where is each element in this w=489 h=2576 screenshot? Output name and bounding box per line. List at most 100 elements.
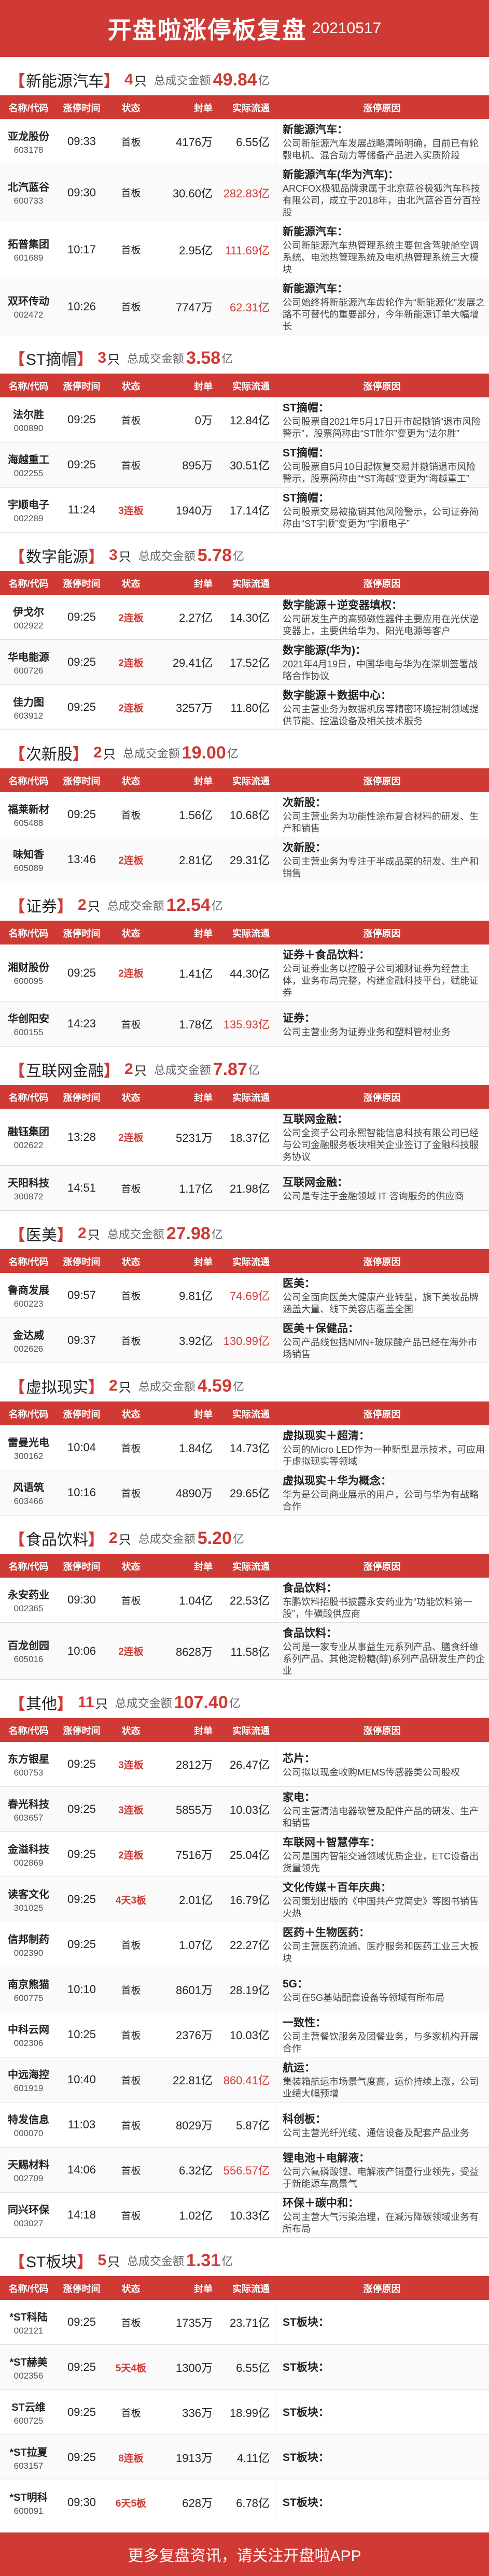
stock-name[interactable]: 金达威 [0, 1327, 57, 1342]
stock-row[interactable]: 亚龙股份 603178 09:33 首板 4176万 6.55亿 新能源汽车： 公司新能源汽车… [0, 119, 489, 164]
stock-row[interactable]: 中远海控 601919 10:40 首板 22.81亿 860.41亿 航运： 集装箱航运市场… [0, 2057, 489, 2102]
stock-row[interactable]: 特发信息 000070 11:03 首板 8029万 5.87亿 科创板： 公司主营光纤光缆、… [0, 2102, 489, 2148]
stock-row[interactable]: *ST明科 600091 09:30 6天5板 628万 6.78亿 ST板块： [0, 2480, 489, 2525]
stock-name[interactable]: 同兴环保 [0, 2201, 57, 2216]
stock-name[interactable]: 双环传动 [0, 293, 57, 308]
reason-cell: 一致性： 公司主营餐饮服务及团餐业务，与多家机构开展合作 [275, 2012, 489, 2057]
stock-name[interactable]: 华电能源 [0, 649, 57, 664]
stock-row[interactable]: *ST科陆 002121 09:25 首板 1735万 23.71亿 ST板块： [0, 2300, 489, 2345]
float-cap-cell: 14.30亿 [218, 595, 275, 639]
stock-name[interactable]: *ST拉夏 [0, 2444, 57, 2459]
stock-row[interactable]: 伊戈尔 002922 09:25 2连板 2.27亿 14.30亿 数字能源＋逆变器填权： 公… [0, 595, 489, 640]
stock-name[interactable]: 金溢科技 [0, 1841, 57, 1856]
seal-cell: 22.81亿 [156, 2057, 218, 2102]
stock-name[interactable]: 天赐材料 [0, 2156, 57, 2171]
sector-name: 新能源汽车 [26, 73, 104, 90]
stock-row[interactable]: 同兴环保 003027 14:18 首板 1.02亿 10.33亿 环保＋碳中和： 公司主营大… [0, 2193, 489, 2238]
stock-name[interactable]: 雷曼光电 [0, 1434, 57, 1449]
stock-name[interactable]: 中远海控 [0, 2066, 57, 2081]
status-cell: 首板 [106, 221, 156, 278]
reason-text: 公司主营清洁电器软管及配件产品的研发、生产和销售 [283, 1806, 479, 1828]
stock-row[interactable]: 华电能源 600726 09:25 2连板 29.41亿 17.52亿 数字能源(华为)： 2… [0, 640, 489, 685]
stock-row[interactable]: 北汽蓝谷 600733 09:30 首板 30.60亿 282.83亿 新能源汽车(华为汽车… [0, 164, 489, 221]
stock-name[interactable]: 天阳科技 [0, 1175, 57, 1190]
stock-name[interactable]: 北汽蓝谷 [0, 179, 57, 194]
stock-name[interactable]: *ST科陆 [0, 2309, 57, 2324]
stock-name[interactable]: 中科云网 [0, 2021, 57, 2036]
stock-row[interactable]: 天赐材料 002709 14:06 首板 6.32亿 556.57亿 锂电池＋电解液： 公司六… [0, 2148, 489, 2193]
reason-title: 航运： [283, 2062, 315, 2074]
stock-name[interactable]: 宇顺电子 [0, 496, 57, 511]
stock-name[interactable]: 味知香 [0, 846, 57, 861]
status-badge: 首板 [121, 2317, 141, 2329]
stock-name[interactable]: 百龙创园 [0, 1637, 57, 1652]
stock-name-cell: 同兴环保 003027 [0, 2193, 57, 2237]
stock-row[interactable]: 春光科技 603657 09:25 3连板 5855万 10.03亿 家电： 公司主营清洁电器… [0, 1787, 489, 1832]
stock-row[interactable]: *ST拉夏 603157 09:25 8连板 1913万 4.11亿 ST板块： [0, 2435, 489, 2480]
stock-name[interactable]: 融钰集团 [0, 1123, 57, 1138]
stock-row[interactable]: 雷曼光电 300162 10:04 首板 1.84亿 14.73亿 虚拟现实＋超清： 公司的M… [0, 1425, 489, 1470]
stock-name[interactable]: 读客文化 [0, 1886, 57, 1901]
stock-name[interactable]: 信邦制药 [0, 1931, 57, 1946]
stock-name[interactable]: *ST赫美 [0, 2354, 57, 2369]
stock-name[interactable]: 华创阳安 [0, 1010, 57, 1025]
stock-name[interactable]: 东方银星 [0, 1751, 57, 1766]
stock-row[interactable]: 华创阳安 600155 14:23 首板 1.78亿 135.93亿 证券： 公司主营业务为证… [0, 1001, 489, 1047]
stock-row[interactable]: 东方银星 600753 09:25 3连板 2812万 26.47亿 芯片： 公司拟以现金收购… [0, 1742, 489, 1787]
stock-name[interactable]: *ST明科 [0, 2489, 57, 2504]
stock-name[interactable]: 鲁商发展 [0, 1282, 57, 1297]
stock-code: 300162 [13, 1451, 44, 1461]
stock-row[interactable]: ST云维 600725 09:25 首板 336万 18.99亿 ST板块： [0, 2390, 489, 2435]
column-header: 名称/代码 涨停时间 状态 封单 实际流通 涨停原因 [0, 2277, 489, 2300]
stock-row[interactable]: 金溢科技 002869 09:25 2连板 7516万 25.04亿 车联网＋智慧停车： 公司… [0, 1832, 489, 1877]
stock-row[interactable]: 南京熊猫 600775 10:10 首板 8601万 28.19亿 5G： 公司在5G基站配套… [0, 1967, 489, 2012]
stock-row[interactable]: 法尔胜 000890 09:25 首板 0万 12.84亿 ST摘帽： 公司股票自2021年5… [0, 397, 489, 442]
stock-name[interactable]: 伊戈尔 [0, 604, 57, 619]
stock-name[interactable]: 风语筑 [0, 1479, 57, 1494]
stock-name[interactable]: 拓普集团 [0, 236, 57, 251]
stock-name[interactable]: 南京熊猫 [0, 1976, 57, 1991]
stock-row[interactable]: 中科云网 002306 10:25 首板 2376万 10.03亿 一致性： 公司主营餐饮服务… [0, 2012, 489, 2057]
stock-name[interactable]: 湘财股份 [0, 959, 57, 974]
limit-time-cell: 09:25 [57, 397, 106, 442]
stock-name[interactable]: 佳力图 [0, 694, 57, 709]
stock-row[interactable]: 信邦制药 002390 09:25 首板 1.07亿 22.27亿 医药＋生物医药： 公司主营… [0, 1922, 489, 1967]
count-unit: 只 [118, 1380, 131, 1395]
sector-count: 2 [124, 1061, 133, 1078]
reason-cell: 车联网＋智慧停车： 公司是国内智能交通领域优质企业，ETC设备出货量领先 [275, 1832, 489, 1877]
stock-row[interactable]: 永安药业 002365 09:30 首板 1.04亿 22.53亿 食品饮料： 东鹏饮料招股书… [0, 1578, 489, 1623]
stock-name[interactable]: 特发信息 [0, 2111, 57, 2126]
stock-row[interactable]: 佳力图 603912 09:25 2连板 3257万 11.80亿 数字能源＋数据中心： 公司… [0, 685, 489, 730]
limit-time: 09:25 [67, 413, 96, 426]
stock-row[interactable]: 海越重工 002255 09:25 首板 895万 30.51亿 ST摘帽： 公司股票自5月1… [0, 442, 489, 488]
col-reason: 涨停原因 [363, 579, 401, 589]
stock-name[interactable]: 法尔胜 [0, 406, 57, 421]
stock-name[interactable]: 福莱新材 [0, 801, 57, 816]
stock-row[interactable]: 融钰集团 002622 13:28 2连板 5231万 18.37亿 互联网金融： 公司全资子… [0, 1109, 489, 1166]
stock-name[interactable]: ST云维 [0, 2399, 57, 2414]
status-badge: 首板 [121, 1985, 141, 1996]
stock-row[interactable]: 读客文化 301025 09:25 4天3板 2.01亿 16.79亿 文化传媒＋百年庆典：… [0, 1877, 489, 1922]
stock-row[interactable]: 味知香 605089 13:46 2连板 2.81亿 29.31亿 次新股： 公司主营业务为专… [0, 837, 489, 882]
stock-name[interactable]: 亚龙股份 [0, 128, 57, 143]
stock-name-cell: 亚龙股份 603178 [0, 119, 57, 164]
stock-row[interactable]: 湘财股份 600095 09:25 2连板 1.41亿 44.30亿 证券＋食品饮料： 公司证… [0, 944, 489, 1001]
stock-row[interactable]: 双环传动 002472 10:26 首板 7747万 62.31亿 新能源汽车： 公司始终将新… [0, 278, 489, 335]
stock-row[interactable]: 天阳科技 300872 14:51 首板 1.17亿 21.98亿 互联网金融： 公司是专注于… [0, 1166, 489, 1211]
stock-row[interactable]: 鲁商发展 600223 09:57 首板 9.81亿 74.69亿 医美： 公司全面向医美大健… [0, 1273, 489, 1318]
stock-name-cell: 伊戈尔 002922 [0, 595, 57, 639]
stock-row[interactable]: 金达威 002626 09:37 首板 3.92亿 130.99亿 医美＋保健品： 公司产品线… [0, 1318, 489, 1363]
stock-row[interactable]: 宇顺电子 002289 11:24 3连板 1940万 17.14亿 ST摘帽： 公司股票交易… [0, 488, 489, 533]
stock-name[interactable]: 永安药业 [0, 1586, 57, 1601]
stock-name[interactable]: 春光科技 [0, 1796, 57, 1811]
stock-row[interactable]: 拓普集团 601689 10:17 首板 2.95亿 111.69亿 新能源汽车： 公司新能源… [0, 221, 489, 278]
status-badge: 4天3板 [115, 1895, 147, 1906]
footer-banner[interactable]: 更多复盘资讯，请关注开盘啦APP [0, 2532, 489, 2576]
stock-row[interactable]: 福莱新材 605488 09:25 首板 1.56亿 10.68亿 次新股： 公司主营业务为功… [0, 792, 489, 837]
stock-row[interactable]: 百龙创园 605016 10:06 2连板 8628万 11.58亿 食品饮料： 公司是一家专… [0, 1623, 489, 1680]
status-cell: 3连板 [106, 1787, 156, 1831]
stock-name[interactable]: 海越重工 [0, 451, 57, 466]
stock-row[interactable]: 风语筑 603466 10:16 首板 4890万 29.65亿 虚拟现实＋华为概念： 华为是… [0, 1470, 489, 1515]
reason-text: 东鹏饮料招股书披露永安药业为“功能饮料第一股”，牛磺酸供应商 [283, 1597, 472, 1619]
stock-row[interactable]: *ST赫美 002356 09:25 5天4板 1300万 6.55亿 ST板块： [0, 2345, 489, 2390]
